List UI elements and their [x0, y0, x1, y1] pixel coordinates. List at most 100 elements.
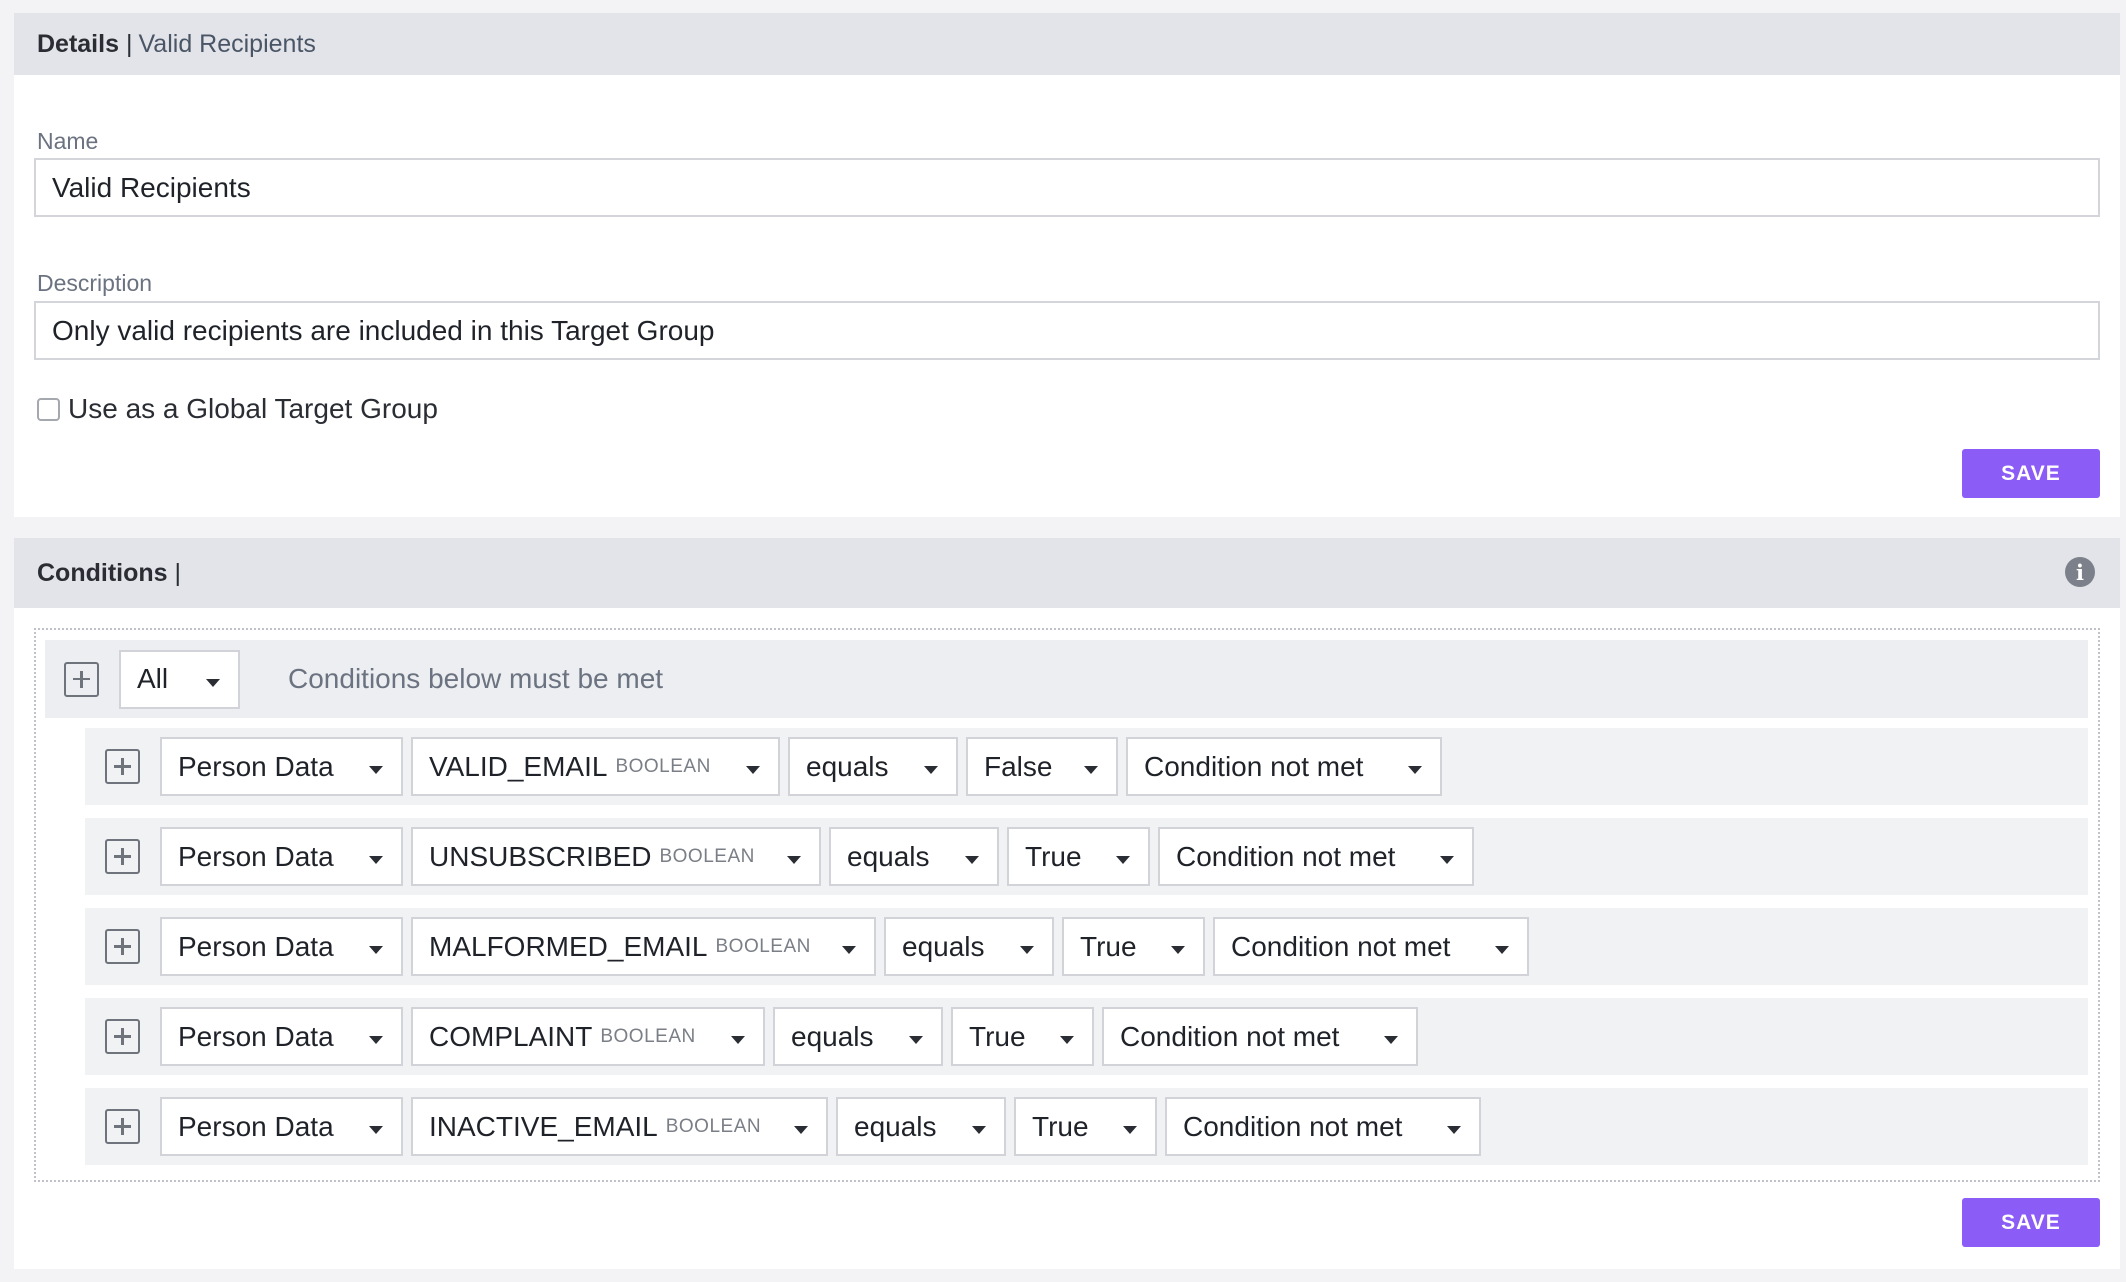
global-target-group-checkbox[interactable]	[37, 397, 60, 421]
outcome-value: Condition not met	[1176, 840, 1396, 872]
source-value: Person Data	[178, 930, 334, 962]
value-value: True	[969, 1020, 1026, 1052]
add-group-condition-button[interactable]	[64, 661, 99, 697]
condition-row: Person Data UNSUBSCRIBED BOOLEAN equals …	[85, 818, 2088, 895]
chevron-down-icon	[1116, 856, 1130, 864]
details-subtitle: Valid Recipients	[138, 29, 316, 58]
outcome-dropdown[interactable]: Condition not met	[1213, 917, 1529, 976]
name-value: Valid Recipients	[52, 171, 251, 203]
description-label: Description	[37, 270, 153, 296]
description-value: Only valid recipients are included in th…	[52, 314, 715, 346]
header-separator: |	[125, 29, 133, 58]
source-value: Person Data	[178, 1110, 334, 1142]
operator-value: equals	[791, 1020, 874, 1052]
operator-dropdown[interactable]: equals	[884, 917, 1054, 976]
field-dropdown[interactable]: VALID_EMAIL BOOLEAN	[411, 737, 780, 796]
outcome-dropdown[interactable]: Condition not met	[1102, 1007, 1418, 1066]
chevron-down-icon	[1060, 1036, 1074, 1044]
source-dropdown[interactable]: Person Data	[160, 737, 403, 796]
chevron-down-icon	[972, 1126, 986, 1134]
details-save-button[interactable]: SAVE	[1962, 449, 2100, 498]
chevron-down-icon	[369, 946, 383, 954]
match-mode-dropdown[interactable]: All	[119, 649, 240, 709]
field-dropdown[interactable]: UNSUBSCRIBED BOOLEAN	[411, 827, 821, 886]
chevron-down-icon	[1123, 1126, 1137, 1134]
value-dropdown[interactable]: True	[1007, 827, 1150, 886]
add-condition-button[interactable]	[105, 749, 140, 784]
value-dropdown[interactable]: True	[1014, 1097, 1157, 1156]
chevron-down-icon	[731, 1036, 745, 1044]
outcome-value: Condition not met	[1183, 1110, 1403, 1142]
condition-row: Person Data COMPLAINT BOOLEAN equals Tru…	[85, 998, 2088, 1075]
operator-value: equals	[847, 840, 930, 872]
chevron-down-icon	[924, 766, 938, 774]
chevron-down-icon	[794, 1126, 808, 1134]
value-value: True	[1032, 1110, 1089, 1142]
chevron-down-icon	[787, 856, 801, 864]
operator-value: equals	[806, 750, 889, 782]
outcome-dropdown[interactable]: Condition not met	[1158, 827, 1474, 886]
operator-value: equals	[854, 1110, 937, 1142]
value-value: True	[1025, 840, 1082, 872]
condition-group-header: All Conditions below must be met	[45, 640, 2088, 718]
field-dropdown[interactable]: COMPLAINT BOOLEAN	[411, 1007, 765, 1066]
operator-value: equals	[902, 930, 985, 962]
header-separator: |	[174, 558, 182, 587]
value-value: True	[1080, 930, 1137, 962]
info-icon[interactable]: i	[2065, 557, 2095, 587]
chevron-down-icon	[909, 1036, 923, 1044]
add-condition-button[interactable]	[105, 929, 140, 964]
source-value: Person Data	[178, 1020, 334, 1052]
outcome-value: Condition not met	[1120, 1020, 1340, 1052]
match-mode-value: All	[137, 663, 169, 694]
global-target-group-label[interactable]: Use as a Global Target Group	[68, 393, 438, 425]
global-target-group-row: Use as a Global Target Group	[37, 393, 438, 425]
match-description: Conditions below must be met	[288, 663, 664, 694]
operator-dropdown[interactable]: equals	[788, 737, 958, 796]
chevron-down-icon	[1440, 856, 1454, 864]
add-condition-button[interactable]	[105, 1019, 140, 1054]
name-label: Name	[37, 128, 99, 154]
value-dropdown[interactable]: False	[966, 737, 1118, 796]
condition-row: Person Data INACTIVE_EMAIL BOOLEAN equal…	[85, 1088, 2088, 1165]
source-dropdown[interactable]: Person Data	[160, 917, 403, 976]
outcome-value: Condition not met	[1231, 930, 1451, 962]
chevron-down-icon	[1171, 946, 1185, 954]
chevron-down-icon	[965, 856, 979, 864]
value-dropdown[interactable]: True	[1062, 917, 1205, 976]
source-dropdown[interactable]: Person Data	[160, 1097, 403, 1156]
chevron-down-icon	[1084, 766, 1098, 774]
conditions-panel: Conditions | i All Conditions below must…	[14, 538, 2120, 1269]
field-value: VALID_EMAIL	[429, 750, 608, 782]
chevron-down-icon	[1408, 766, 1422, 774]
conditions-builder: All Conditions below must be met Person …	[34, 628, 2100, 1182]
source-value: Person Data	[178, 750, 334, 782]
add-condition-button[interactable]	[105, 1109, 140, 1144]
condition-row: Person Data MALFORMED_EMAIL BOOLEAN equa…	[85, 908, 2088, 985]
chevron-down-icon	[1384, 1036, 1398, 1044]
field-dropdown[interactable]: MALFORMED_EMAIL BOOLEAN	[411, 917, 876, 976]
field-type-label: BOOLEAN	[665, 1115, 762, 1137]
add-condition-button[interactable]	[105, 839, 140, 874]
conditions-save-button[interactable]: SAVE	[1962, 1198, 2100, 1247]
field-dropdown[interactable]: INACTIVE_EMAIL BOOLEAN	[411, 1097, 828, 1156]
operator-dropdown[interactable]: equals	[836, 1097, 1006, 1156]
source-dropdown[interactable]: Person Data	[160, 1007, 403, 1066]
field-value: COMPLAINT	[429, 1020, 593, 1052]
value-dropdown[interactable]: True	[951, 1007, 1094, 1066]
chevron-down-icon	[746, 766, 760, 774]
outcome-dropdown[interactable]: Condition not met	[1126, 737, 1442, 796]
outcome-dropdown[interactable]: Condition not met	[1165, 1097, 1481, 1156]
operator-dropdown[interactable]: equals	[773, 1007, 943, 1066]
name-field[interactable]: Valid Recipients	[34, 158, 2100, 217]
conditions-header: Conditions |	[14, 538, 2120, 608]
operator-dropdown[interactable]: equals	[829, 827, 999, 886]
field-type-label: BOOLEAN	[715, 935, 811, 957]
field-value: MALFORMED_EMAIL	[429, 930, 708, 962]
chevron-down-icon	[1447, 1126, 1461, 1134]
field-type-label: BOOLEAN	[600, 1025, 696, 1047]
field-type-label: BOOLEAN	[615, 755, 711, 777]
chevron-down-icon	[369, 766, 383, 774]
source-dropdown[interactable]: Person Data	[160, 827, 403, 886]
description-field[interactable]: Only valid recipients are included in th…	[34, 301, 2100, 360]
